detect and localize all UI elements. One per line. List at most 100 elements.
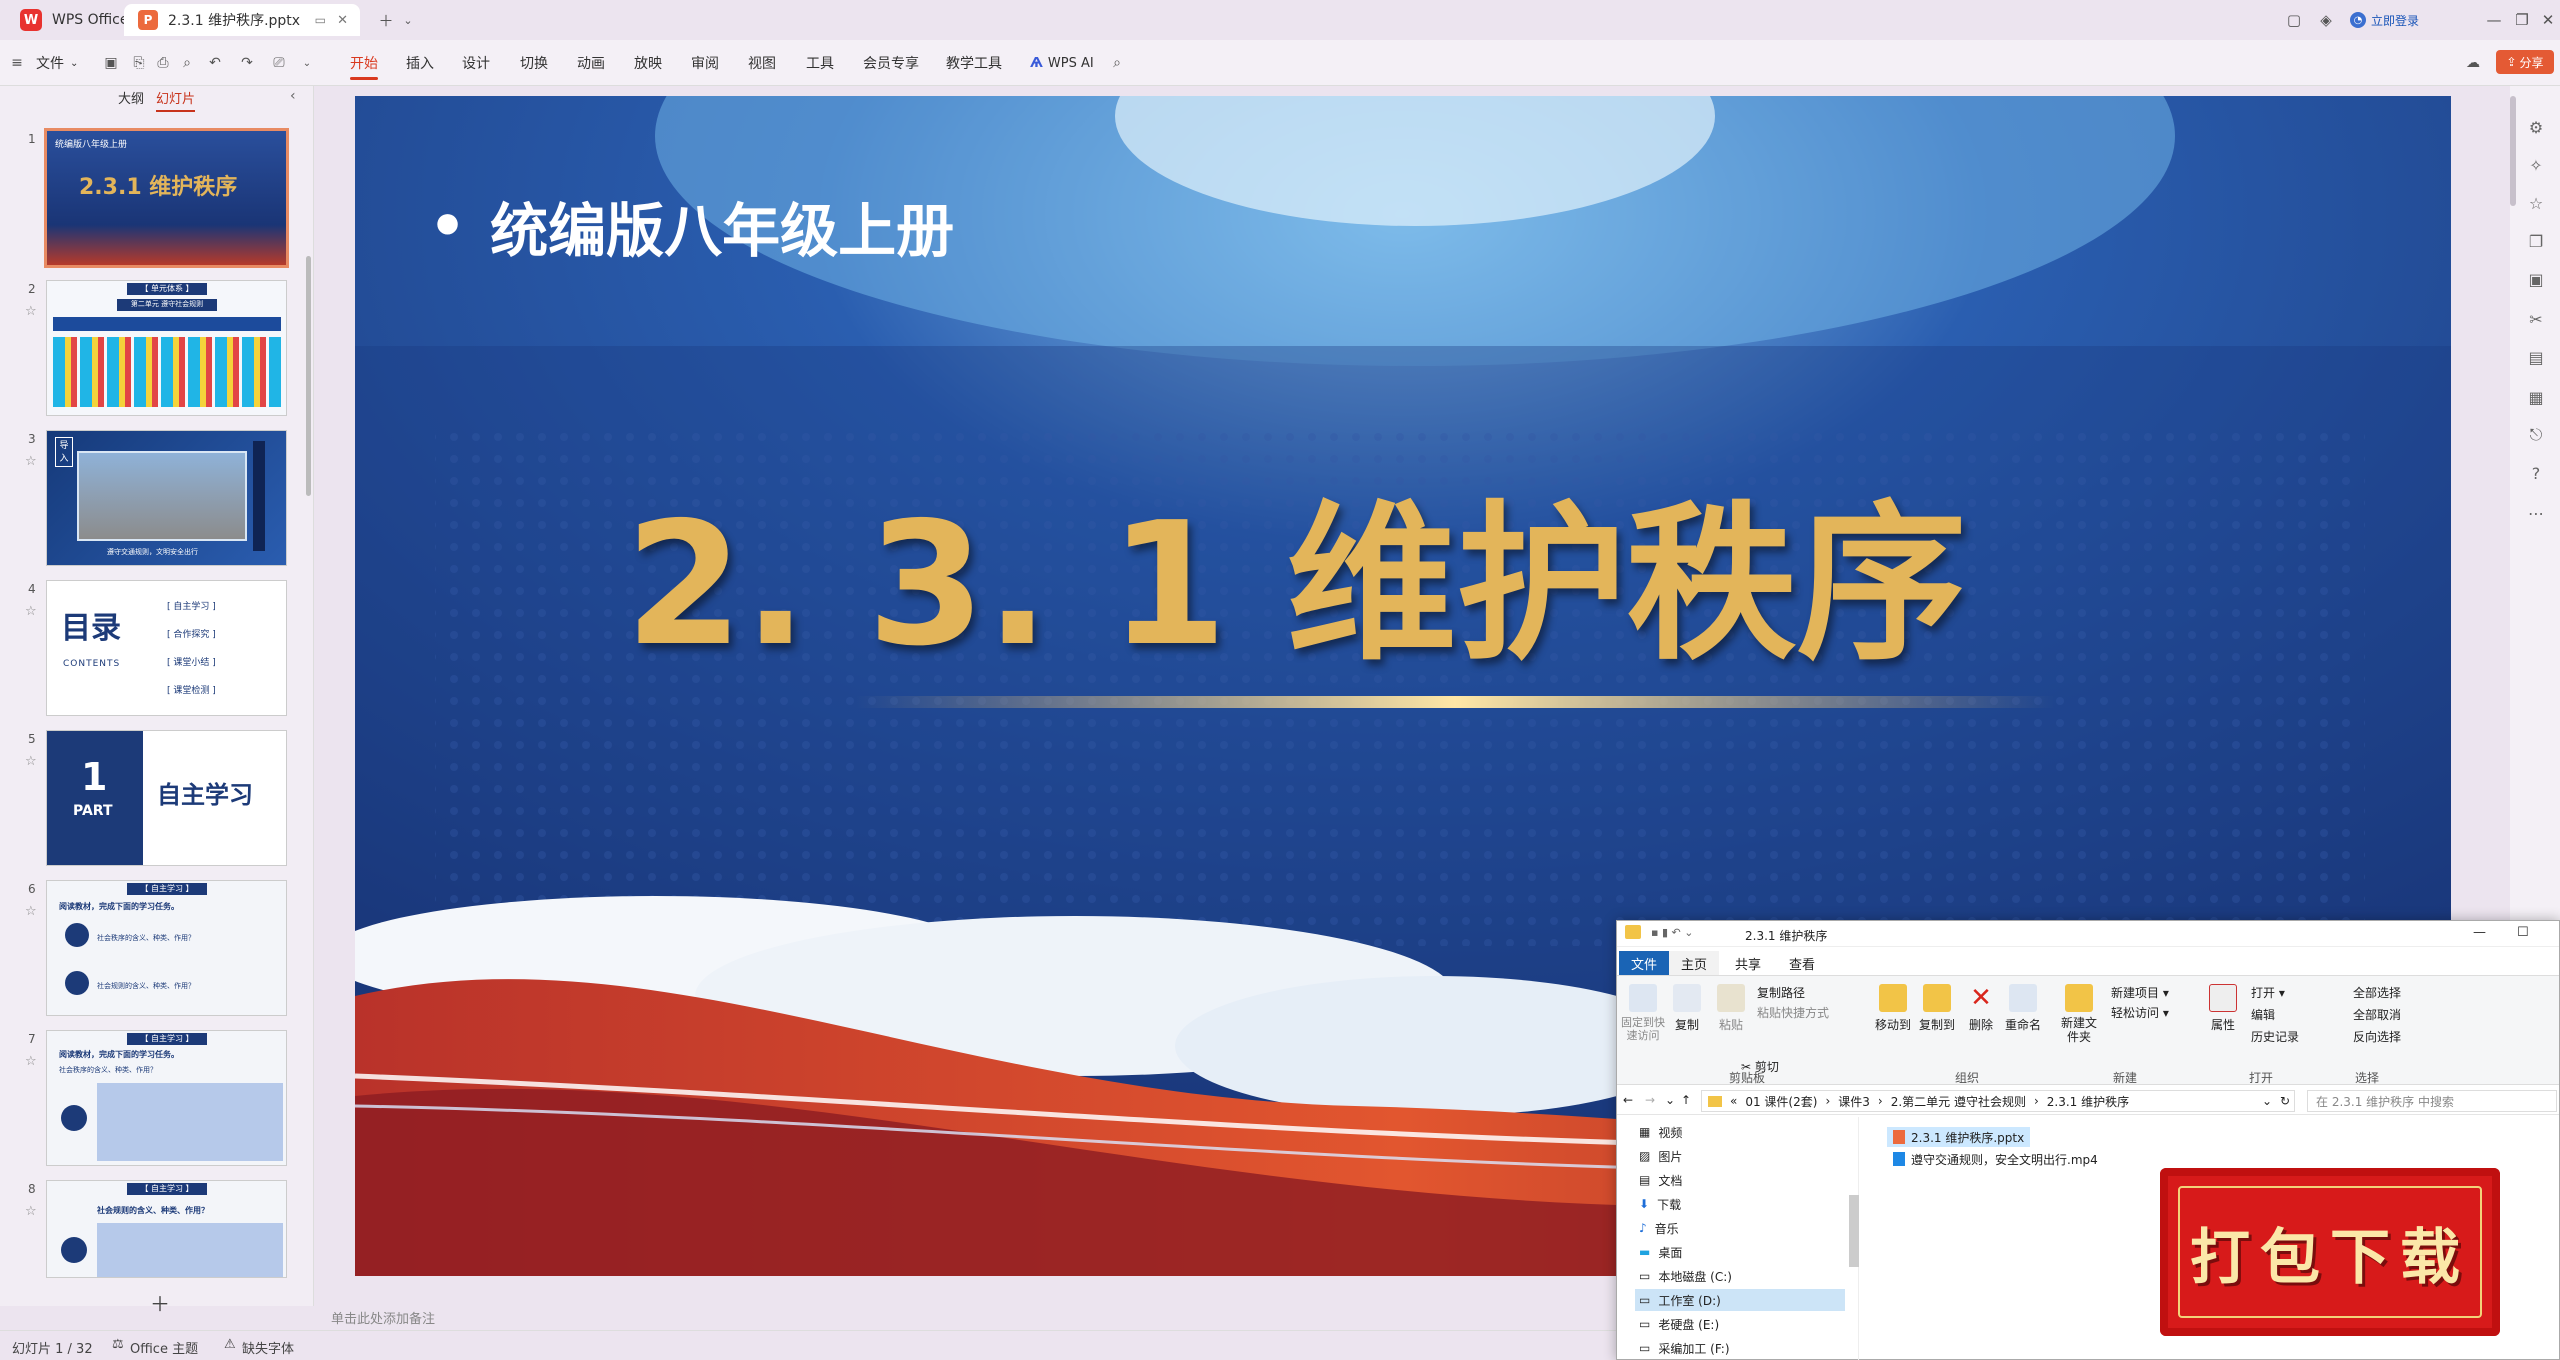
edit-button[interactable]: 编辑 — [2251, 1006, 2275, 1023]
pin-quick-access-button[interactable]: 固定到快速访问 — [1621, 984, 1665, 1042]
redo-icon[interactable]: ↷ — [236, 52, 258, 74]
restore-icon[interactable]: ❐ — [2510, 8, 2534, 32]
notes-area[interactable]: 单击此处添加备注 — [315, 1300, 1615, 1330]
nav-downloads[interactable]: ⬇ 下载 — [1635, 1193, 1845, 1215]
close-window-icon[interactable]: ✕ — [2536, 8, 2560, 32]
preview-icon[interactable]: ⌕ — [176, 52, 198, 74]
login-button[interactable]: ◔ 立即登录 — [2350, 8, 2419, 32]
undo-icon[interactable]: ↶ — [204, 52, 226, 74]
new-item-button[interactable]: 新建项目 ▾ — [2111, 984, 2169, 1001]
breadcrumb-1[interactable]: 01 课件(2套) — [1745, 1093, 1817, 1110]
template-icon[interactable]: ▤ — [2525, 346, 2547, 368]
star-icon[interactable]: ☆ — [2525, 192, 2547, 214]
new-folder-button[interactable]: 新建文件夹 — [2057, 984, 2101, 1044]
tab-slides[interactable]: 幻灯片 — [156, 88, 196, 112]
cube-icon[interactable]: ◈ — [2314, 8, 2338, 32]
nav-videos[interactable]: ▦ 视频 — [1635, 1121, 1845, 1143]
properties-button[interactable]: 属性 — [2203, 984, 2243, 1033]
chevron-down-icon[interactable]: ⌄ — [2262, 1094, 2272, 1108]
copy-icon[interactable]: ❐ — [2525, 230, 2547, 252]
cloud-icon[interactable]: ☁ — [2462, 52, 2484, 74]
ribbon-tab-share[interactable]: 共享 — [1723, 951, 1773, 975]
file-item-pptx[interactable]: 2.3.1 维护秩序.pptx — [1887, 1127, 2031, 1147]
slide-scrollbar[interactable] — [2510, 96, 2516, 206]
minimize-icon[interactable]: — — [2482, 8, 2506, 32]
tools-icon[interactable]: ✂ — [2525, 308, 2547, 330]
chevron-down-icon[interactable]: ⌄ — [296, 52, 318, 74]
menu-insert[interactable]: 插入 — [406, 40, 434, 86]
layout-icon[interactable]: ▦ — [2525, 386, 2547, 408]
select-none-button[interactable]: 全部取消 — [2353, 1006, 2401, 1023]
print-icon[interactable]: ⎙ — [152, 52, 174, 74]
rename-button[interactable]: 重命名 — [2003, 984, 2043, 1033]
nav-drive-e[interactable]: ▭ 老硬盘 (E:) — [1635, 1313, 1845, 1335]
slide-thumbnail-2[interactable]: 【 单元体系 】 第二单元 遵守社会规则 — [46, 280, 287, 416]
document-tab[interactable]: P 2.3.1 维护秩序.pptx ▭ ✕ — [124, 4, 360, 36]
slide-bullet-text[interactable]: • 统编版八年级上册 — [429, 184, 954, 268]
save-icon[interactable]: ▣ — [100, 52, 122, 74]
menu-design[interactable]: 设计 — [462, 40, 490, 86]
menu-slideshow[interactable]: 放映 — [634, 40, 662, 86]
breadcrumb-4[interactable]: 2.3.1 维护秩序 — [2047, 1093, 2129, 1110]
forward-icon[interactable]: → — [1645, 1093, 1655, 1107]
missing-font-status[interactable]: 缺失字体 — [242, 1338, 294, 1357]
nav-drive-f[interactable]: ▭ 采编加工 (F:) — [1635, 1337, 1845, 1359]
slide-thumbnail-3[interactable]: 导入 遵守交通规则，文明安全出行 — [46, 430, 287, 566]
nav-scrollbar[interactable] — [1849, 1195, 1859, 1267]
slide-thumbnail-4[interactable]: 目录 CONTENTS [ 自主学习 ] [ 合作探究 ] [ 课堂小结 ] [… — [46, 580, 287, 716]
theme-name[interactable]: Office 主题 — [130, 1338, 198, 1357]
ribbon-tab-file[interactable]: 文件 — [1619, 951, 1670, 975]
menu-review[interactable]: 审阅 — [691, 40, 719, 86]
slide-thumbnail-1[interactable]: 统编版八年级上册 2.3.1 维护秩序 — [44, 128, 289, 268]
star-icon[interactable]: ☆ — [25, 304, 37, 319]
search-icon[interactable]: ⌕ — [1106, 52, 1128, 74]
history-button[interactable]: 历史记录 — [2251, 1028, 2299, 1045]
move-to-button[interactable]: 移动到 — [1873, 984, 1913, 1033]
breadcrumb-2[interactable]: 课件3 — [1838, 1093, 1870, 1110]
image-icon[interactable]: ▣ — [2525, 268, 2547, 290]
nav-pictures[interactable]: ▨ 图片 — [1635, 1145, 1845, 1167]
nav-desktop[interactable]: ▬ 桌面 — [1635, 1241, 1845, 1263]
more-icon[interactable]: ⋯ — [2525, 502, 2547, 524]
menu-teaching-tools[interactable]: 教学工具 — [946, 40, 1002, 86]
menu-animation[interactable]: 动画 — [577, 40, 605, 86]
ribbon-tab-view[interactable]: 查看 — [1777, 951, 1827, 975]
wps-ai-button[interactable]: Ѧ WPS AI — [1030, 40, 1094, 86]
add-slide-icon[interactable]: ＋ — [150, 1288, 170, 1317]
breadcrumb-3[interactable]: 2.第二单元 遵守社会规则 — [1891, 1093, 2026, 1110]
refresh-icon[interactable]: ↻ — [2280, 1094, 2290, 1108]
slide-thumbnail-8[interactable]: 【 自主学习 】 社会规则的含义、种类、作用？ — [46, 1180, 287, 1278]
ribbon-tab-home[interactable]: 主页 — [1669, 951, 1720, 975]
star-icon[interactable]: ☆ — [25, 1054, 37, 1069]
minimize-icon[interactable]: — — [2473, 925, 2486, 940]
collapse-panel-icon[interactable]: ‹ — [290, 88, 296, 104]
menu-view[interactable]: 视图 — [748, 40, 776, 86]
delete-button[interactable]: ✕ 删除 — [1963, 984, 1999, 1033]
menu-member[interactable]: 会员专享 — [863, 40, 919, 86]
star-icon[interactable]: ☆ — [25, 904, 37, 919]
slide-thumbnail-6[interactable]: 【 自主学习 】 阅读教材，完成下面的学习任务。 社会秩序的含义、种类、作用？ … — [46, 880, 287, 1016]
maximize-icon[interactable]: ☐ — [2517, 925, 2529, 940]
recent-icon[interactable]: ⌄ — [1665, 1093, 1675, 1107]
copy-to-button[interactable]: 复制到 — [1917, 984, 1957, 1033]
file-menu[interactable]: 文件 ⌄ — [36, 40, 78, 86]
nav-music[interactable]: ♪ 音乐 — [1635, 1217, 1845, 1239]
menu-tools[interactable]: 工具 — [806, 40, 834, 86]
thumbnail-scrollbar[interactable] — [306, 256, 311, 496]
menu-home[interactable]: 开始 — [350, 40, 378, 86]
star-icon[interactable]: ☆ — [25, 754, 37, 769]
share-button[interactable]: ⇪ 分享 — [2496, 50, 2554, 74]
star-icon[interactable]: ☆ — [25, 1204, 37, 1219]
paste-button[interactable]: 粘贴 — [1711, 984, 1751, 1033]
format-painter-icon[interactable]: ⎚ — [268, 52, 290, 74]
menu-transition[interactable]: 切换 — [520, 40, 548, 86]
hamburger-icon[interactable]: ≡ — [6, 52, 28, 74]
slide-thumbnail-7[interactable]: 【 自主学习 】 阅读教材，完成下面的学习任务。 社会秩序的含义、种类、作用？ — [46, 1030, 287, 1166]
chevron-down-icon[interactable]: ⌄ — [396, 8, 420, 32]
star-icon[interactable]: ☆ — [25, 604, 37, 619]
wps-home-tab[interactable]: W WPS Office — [6, 4, 143, 36]
invert-selection-button[interactable]: 反向选择 — [2353, 1028, 2401, 1045]
address-bar[interactable]: « 01 课件(2套) › 课件3 › 2.第二单元 遵守社会规则 › 2.3.1 维… — [1701, 1090, 2295, 1112]
nav-documents[interactable]: ▤ 文档 — [1635, 1169, 1845, 1191]
back-icon[interactable]: ← — [1623, 1093, 1633, 1107]
